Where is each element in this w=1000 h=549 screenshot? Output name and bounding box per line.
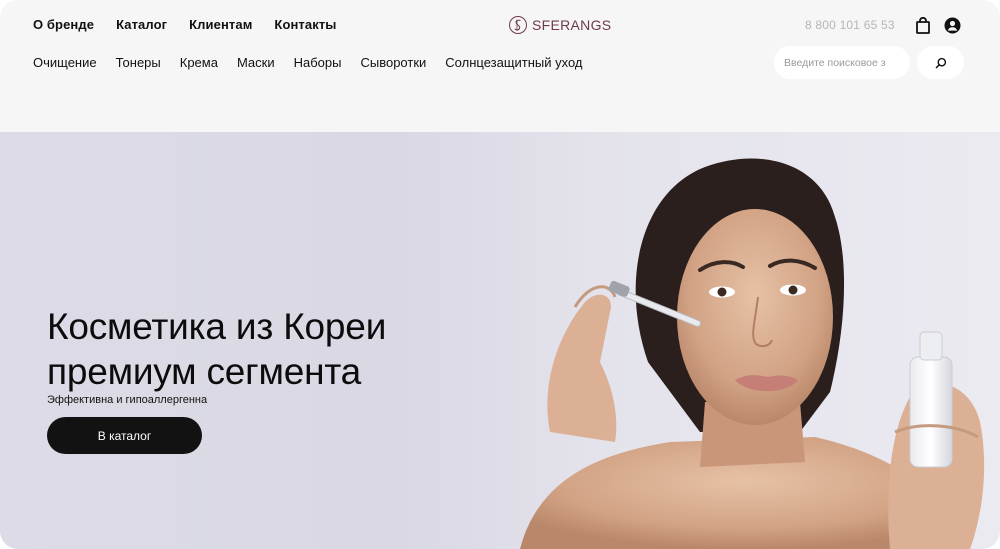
hero-banner: Косметика из Кореи премиум сегмента Эффе… — [0, 132, 1000, 549]
hero-title: Косметика из Кореи премиум сегмента — [47, 304, 477, 394]
user-account-icon[interactable] — [941, 14, 963, 36]
hero-model-photo — [520, 158, 985, 549]
nav-link-catalog[interactable]: Каталог — [116, 17, 167, 32]
category-serums[interactable]: Сыворотки — [360, 55, 426, 70]
logo-text: SFERANGS — [532, 17, 612, 33]
category-nav: Очищение Тонеры Крема Маски Наборы Сывор… — [33, 55, 583, 70]
search-input[interactable] — [774, 46, 910, 79]
shopping-bag-icon[interactable] — [912, 14, 934, 36]
logo-mark-icon — [509, 16, 527, 34]
category-toners[interactable]: Тонеры — [116, 55, 161, 70]
category-masks[interactable]: Маски — [237, 55, 275, 70]
catalog-cta-button[interactable]: В каталог — [47, 417, 202, 454]
hero-title-line-1: Косметика из Кореи — [47, 306, 387, 347]
brand-logo[interactable]: SFERANGS — [508, 15, 611, 35]
hero-title-line-2: премиум сегмента — [47, 351, 362, 392]
top-nav: О бренде Каталог Клиентам Контакты — [33, 17, 337, 32]
category-cleansing[interactable]: Очищение — [33, 55, 97, 70]
category-creams[interactable]: Крема — [180, 55, 218, 70]
category-sun-care[interactable]: Солнцезащитный уход — [445, 55, 582, 70]
nav-link-contacts[interactable]: Контакты — [274, 17, 336, 32]
nav-link-about-brand[interactable]: О бренде — [33, 17, 94, 32]
category-sets[interactable]: Наборы — [294, 55, 342, 70]
site-header: О бренде Каталог Клиентам Контакты SFERA… — [0, 0, 1000, 132]
search-icon — [935, 57, 946, 68]
page: О бренде Каталог Клиентам Контакты SFERA… — [0, 0, 1000, 549]
phone-number[interactable]: 8 800 101 65 53 — [805, 18, 895, 32]
search-button[interactable] — [917, 46, 964, 79]
hero-subtitle: Эффективна и гипоаллергенна — [47, 394, 208, 406]
nav-link-clients[interactable]: Клиентам — [189, 17, 252, 32]
